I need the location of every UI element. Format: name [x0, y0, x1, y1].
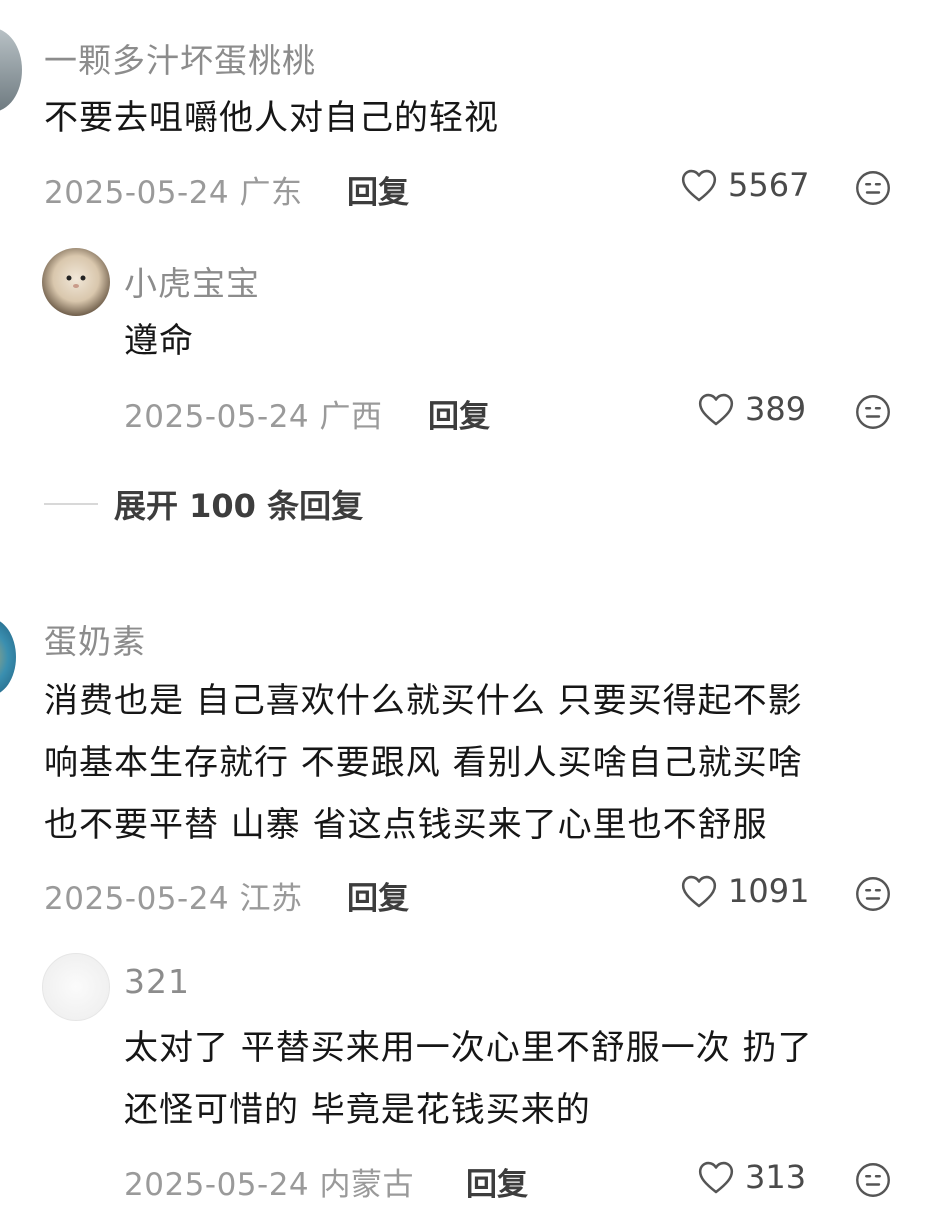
neutral-face-icon[interactable]	[855, 1162, 891, 1198]
reply-text: 遵命	[124, 321, 194, 361]
like-button[interactable]: 313	[697, 1158, 806, 1196]
comment-text-line: 也不要平替 山寨 省这点钱买来了心里也不舒服	[44, 805, 768, 845]
heart-outline-icon	[698, 1161, 734, 1194]
reply-date-location: 2025-05-24 内蒙古	[124, 1167, 415, 1203]
divider-line	[44, 503, 98, 505]
avatar[interactable]	[42, 953, 110, 1021]
heart-outline-icon	[681, 169, 717, 202]
reply-button[interactable]: 回复	[347, 873, 409, 918]
comment-text: 不要去咀嚼他人对自己的轻视	[44, 98, 499, 138]
comment-date-location: 2025-05-24 江苏	[44, 881, 303, 917]
reply-username[interactable]: 小虎宝宝	[124, 257, 260, 305]
expand-replies-button[interactable]: 展开 100 条回复	[44, 481, 363, 527]
expand-replies-label: 展开 100 条回复	[114, 487, 364, 525]
comment-username[interactable]: 一颗多汁坏蛋桃桃	[44, 34, 316, 82]
comment-date-location: 2025-05-24 广东	[44, 175, 303, 211]
hamster-avatar-image	[66, 275, 86, 288]
neutral-face-icon[interactable]	[855, 876, 891, 912]
comment-username[interactable]: 蛋奶素	[44, 615, 146, 663]
neutral-face-icon[interactable]	[855, 170, 891, 206]
comment-text-line: 消费也是 自己喜欢什么就买什么 只要买得起不影	[44, 681, 803, 721]
reply-button[interactable]: 回复	[466, 1159, 528, 1204]
like-count: 5567	[728, 166, 810, 204]
like-button[interactable]: 389	[697, 390, 806, 428]
avatar[interactable]	[0, 618, 16, 696]
reply-button[interactable]: 回复	[347, 167, 409, 212]
avatar[interactable]	[0, 28, 22, 112]
heart-outline-icon	[698, 393, 734, 426]
reply-date-location: 2025-05-24 广西	[124, 399, 383, 435]
like-button[interactable]: 5567	[680, 166, 809, 204]
reply-text-line: 还怪可惜的 毕竟是花钱买来的	[124, 1090, 591, 1130]
comment-text-line: 响基本生存就行 不要跟风 看别人买啥自己就买啥	[44, 743, 803, 783]
reply-text-line: 太对了 平替买来用一次心里不舒服一次 扔了	[124, 1028, 813, 1068]
reply-button[interactable]: 回复	[428, 391, 490, 436]
heart-outline-icon	[681, 875, 717, 908]
neutral-face-icon[interactable]	[855, 394, 891, 430]
avatar[interactable]	[42, 248, 110, 316]
like-count: 1091	[728, 872, 810, 910]
like-count: 313	[745, 1158, 807, 1196]
reply-username[interactable]: 321	[124, 962, 190, 1001]
like-count: 389	[745, 390, 807, 428]
like-button[interactable]: 1091	[680, 872, 809, 910]
